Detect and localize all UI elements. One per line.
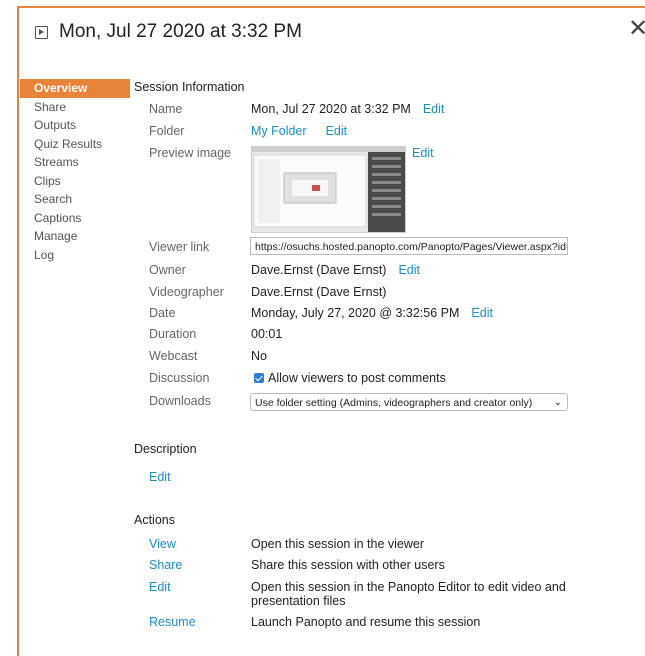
webcast-label: Webcast bbox=[149, 349, 198, 363]
sidebar-item-captions[interactable]: Captions bbox=[20, 209, 130, 228]
dialog-header: Mon, Jul 27 2020 at 3:32 PM bbox=[35, 21, 302, 43]
sidebar-item-search[interactable]: Search bbox=[20, 190, 130, 209]
sidebar-item-quiz-results[interactable]: Quiz Results bbox=[20, 135, 130, 154]
action-edit-desc: Open this session in the Panopto Editor … bbox=[251, 580, 566, 608]
close-icon[interactable]: ✕ bbox=[628, 17, 645, 41]
downloads-selected-value: Use folder setting (Admins, videographer… bbox=[255, 397, 533, 409]
action-share-link[interactable]: Share bbox=[149, 558, 182, 572]
viewer-link-field[interactable]: https://osuchs.hosted.panopto.com/Panopt… bbox=[250, 237, 568, 255]
sidebar-item-log[interactable]: Log bbox=[20, 246, 130, 265]
name-value: Mon, Jul 27 2020 at 3:32 PM bbox=[251, 102, 411, 116]
edit-name-link[interactable]: Edit bbox=[423, 102, 445, 116]
sidebar-item-streams[interactable]: Streams bbox=[20, 153, 130, 172]
preview-image-label: Preview image bbox=[149, 146, 231, 160]
sidebar-item-clips[interactable]: Clips bbox=[20, 172, 130, 191]
owner-label: Owner bbox=[149, 263, 186, 277]
owner-row: Dave.Ernst (Dave Ernst) Edit bbox=[251, 263, 420, 277]
sidebar-item-outputs[interactable]: Outputs bbox=[20, 116, 130, 135]
webcast-value: No bbox=[251, 349, 267, 363]
section-heading-actions: Actions bbox=[134, 513, 175, 527]
date-value: Monday, July 27, 2020 @ 3:32:56 PM bbox=[251, 306, 460, 320]
sidebar-item-overview[interactable]: Overview bbox=[20, 79, 130, 98]
chevron-down-icon: ⌄ bbox=[553, 397, 562, 408]
date-label: Date bbox=[149, 306, 176, 320]
duration-label: Duration bbox=[149, 327, 197, 341]
edit-preview-link[interactable]: Edit bbox=[412, 146, 434, 160]
sidebar-item-share[interactable]: Share bbox=[20, 98, 130, 117]
name-label: Name bbox=[149, 102, 183, 116]
edit-folder-link[interactable]: Edit bbox=[326, 124, 348, 138]
name-row: Mon, Jul 27 2020 at 3:32 PM Edit bbox=[251, 102, 444, 116]
date-row: Monday, July 27, 2020 @ 3:32:56 PM Edit bbox=[251, 306, 493, 320]
edit-description-link[interactable]: Edit bbox=[149, 470, 171, 484]
duration-value: 00:01 bbox=[251, 327, 283, 341]
action-view-link[interactable]: View bbox=[149, 537, 176, 551]
section-heading-description: Description bbox=[134, 442, 197, 456]
folder-link[interactable]: My Folder bbox=[251, 124, 307, 138]
dialog-title: Mon, Jul 27 2020 at 3:32 PM bbox=[59, 21, 302, 42]
action-resume-desc: Launch Panopto and resume this session bbox=[251, 615, 481, 629]
allow-comments-label[interactable]: Allow viewers to post comments bbox=[268, 371, 446, 385]
discussion-label: Discussion bbox=[149, 371, 210, 385]
preview-image bbox=[251, 146, 406, 233]
edit-date-link[interactable]: Edit bbox=[471, 306, 493, 320]
section-heading-session: Session Information bbox=[134, 80, 245, 94]
downloads-label: Downloads bbox=[149, 394, 211, 408]
downloads-select[interactable]: Use folder setting (Admins, videographer… bbox=[250, 393, 568, 411]
video-icon bbox=[35, 25, 48, 39]
videographer-value: Dave.Ernst (Dave Ernst) bbox=[251, 285, 387, 299]
action-resume-link[interactable]: Resume bbox=[149, 615, 196, 629]
edit-owner-link[interactable]: Edit bbox=[398, 263, 420, 277]
discussion-row: Allow viewers to post comments bbox=[254, 371, 446, 385]
folder-row: My Folder Edit bbox=[251, 124, 347, 138]
action-view-desc: Open this session in the viewer bbox=[251, 537, 425, 551]
action-edit-link[interactable]: Edit bbox=[149, 580, 171, 594]
folder-label: Folder bbox=[149, 124, 185, 138]
viewer-link-label: Viewer link bbox=[149, 240, 210, 254]
sidebar: Overview Share Outputs Quiz Results Stre… bbox=[20, 79, 130, 264]
videographer-label: Videographer bbox=[149, 285, 224, 299]
action-share-desc: Share this session with other users bbox=[251, 558, 445, 572]
owner-value: Dave.Ernst (Dave Ernst) bbox=[251, 263, 387, 277]
sidebar-item-manage[interactable]: Manage bbox=[20, 227, 130, 246]
allow-comments-checkbox[interactable] bbox=[254, 373, 264, 383]
